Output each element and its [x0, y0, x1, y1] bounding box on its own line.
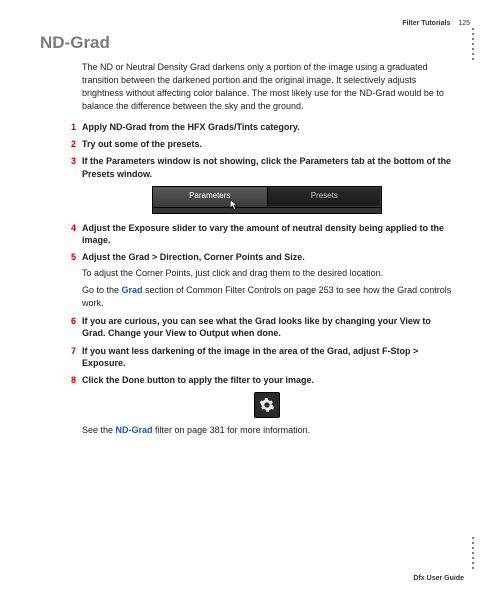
step-text: If you want less darkening of the image … [82, 346, 418, 368]
step-subtext: Go to the Grad section of Common Filter … [82, 284, 452, 310]
decorative-dots-bottom [472, 537, 474, 572]
text: Go to the [82, 285, 122, 295]
closing-text: See the ND-Grad filter on page 381 for m… [82, 424, 452, 437]
link-nd-grad[interactable]: ND-Grad [116, 425, 153, 435]
step-number: 6 [62, 315, 76, 327]
step-number: 2 [62, 138, 76, 150]
gear-icon [259, 397, 275, 413]
tab-parameters[interactable]: Parameters [153, 187, 268, 207]
step-2: 2 Try out some of the presets. [62, 138, 452, 150]
step-text: Adjust the Grad > Direction, Corner Poin… [82, 252, 305, 262]
step-number: 1 [62, 121, 76, 133]
text: filter on page 381 for more information. [153, 425, 311, 435]
tabs-bar: Parameters Presets [152, 186, 382, 208]
step-text: Try out some of the presets. [82, 139, 202, 149]
page-number: 125 [458, 20, 470, 27]
step-number: 8 [62, 374, 76, 386]
step-number: 3 [62, 155, 76, 167]
tab-presets[interactable]: Presets [268, 187, 382, 207]
tabs-under-bar [152, 208, 382, 214]
steps-list: 1 Apply ND-Grad from the HFX Grads/Tints… [62, 121, 452, 437]
link-grad[interactable]: Grad [122, 285, 143, 295]
step-text: Adjust the Exposure slider to vary the a… [82, 223, 444, 245]
step-text: Apply ND-Grad from the HFX Grads/Tints c… [82, 122, 300, 132]
step-number: 4 [62, 222, 76, 234]
decorative-dots-top [472, 28, 474, 63]
footer-text: Dfx User Guide [413, 575, 464, 582]
step-8: 8 Click the Done button to apply the fil… [62, 374, 452, 437]
step-3: 3 If the Parameters window is not showin… [62, 155, 452, 213]
step-5: 5 Adjust the Grad > Direction, Corner Po… [62, 251, 452, 310]
text: See the [82, 425, 116, 435]
step-text: Click the Done button to apply the filte… [82, 375, 314, 385]
tab-label: Presets [311, 191, 338, 202]
chapter-name: Filter Tutorials [402, 20, 450, 27]
step-number: 5 [62, 251, 76, 263]
step-number: 7 [62, 345, 76, 357]
page-title: ND-Grad [40, 33, 470, 53]
tabs-screenshot: Parameters Presets [152, 186, 382, 214]
step-1: 1 Apply ND-Grad from the HFX Grads/Tints… [62, 121, 452, 133]
page-header: Filter Tutorials 125 [30, 20, 470, 27]
done-button-screenshot [254, 392, 280, 418]
intro-paragraph: The ND or Neutral Density Grad darkens o… [82, 61, 452, 113]
step-7: 7 If you want less darkening of the imag… [62, 345, 452, 369]
step-4: 4 Adjust the Exposure slider to vary the… [62, 222, 452, 246]
step-6: 6 If you are curious, you can see what t… [62, 315, 452, 339]
tab-label: Parameters [189, 191, 230, 202]
step-text: If you are curious, you can see what the… [82, 316, 431, 338]
step-text: If the Parameters window is not showing,… [82, 156, 451, 178]
step-subtext: To adjust the Corner Points, just click … [82, 267, 452, 280]
